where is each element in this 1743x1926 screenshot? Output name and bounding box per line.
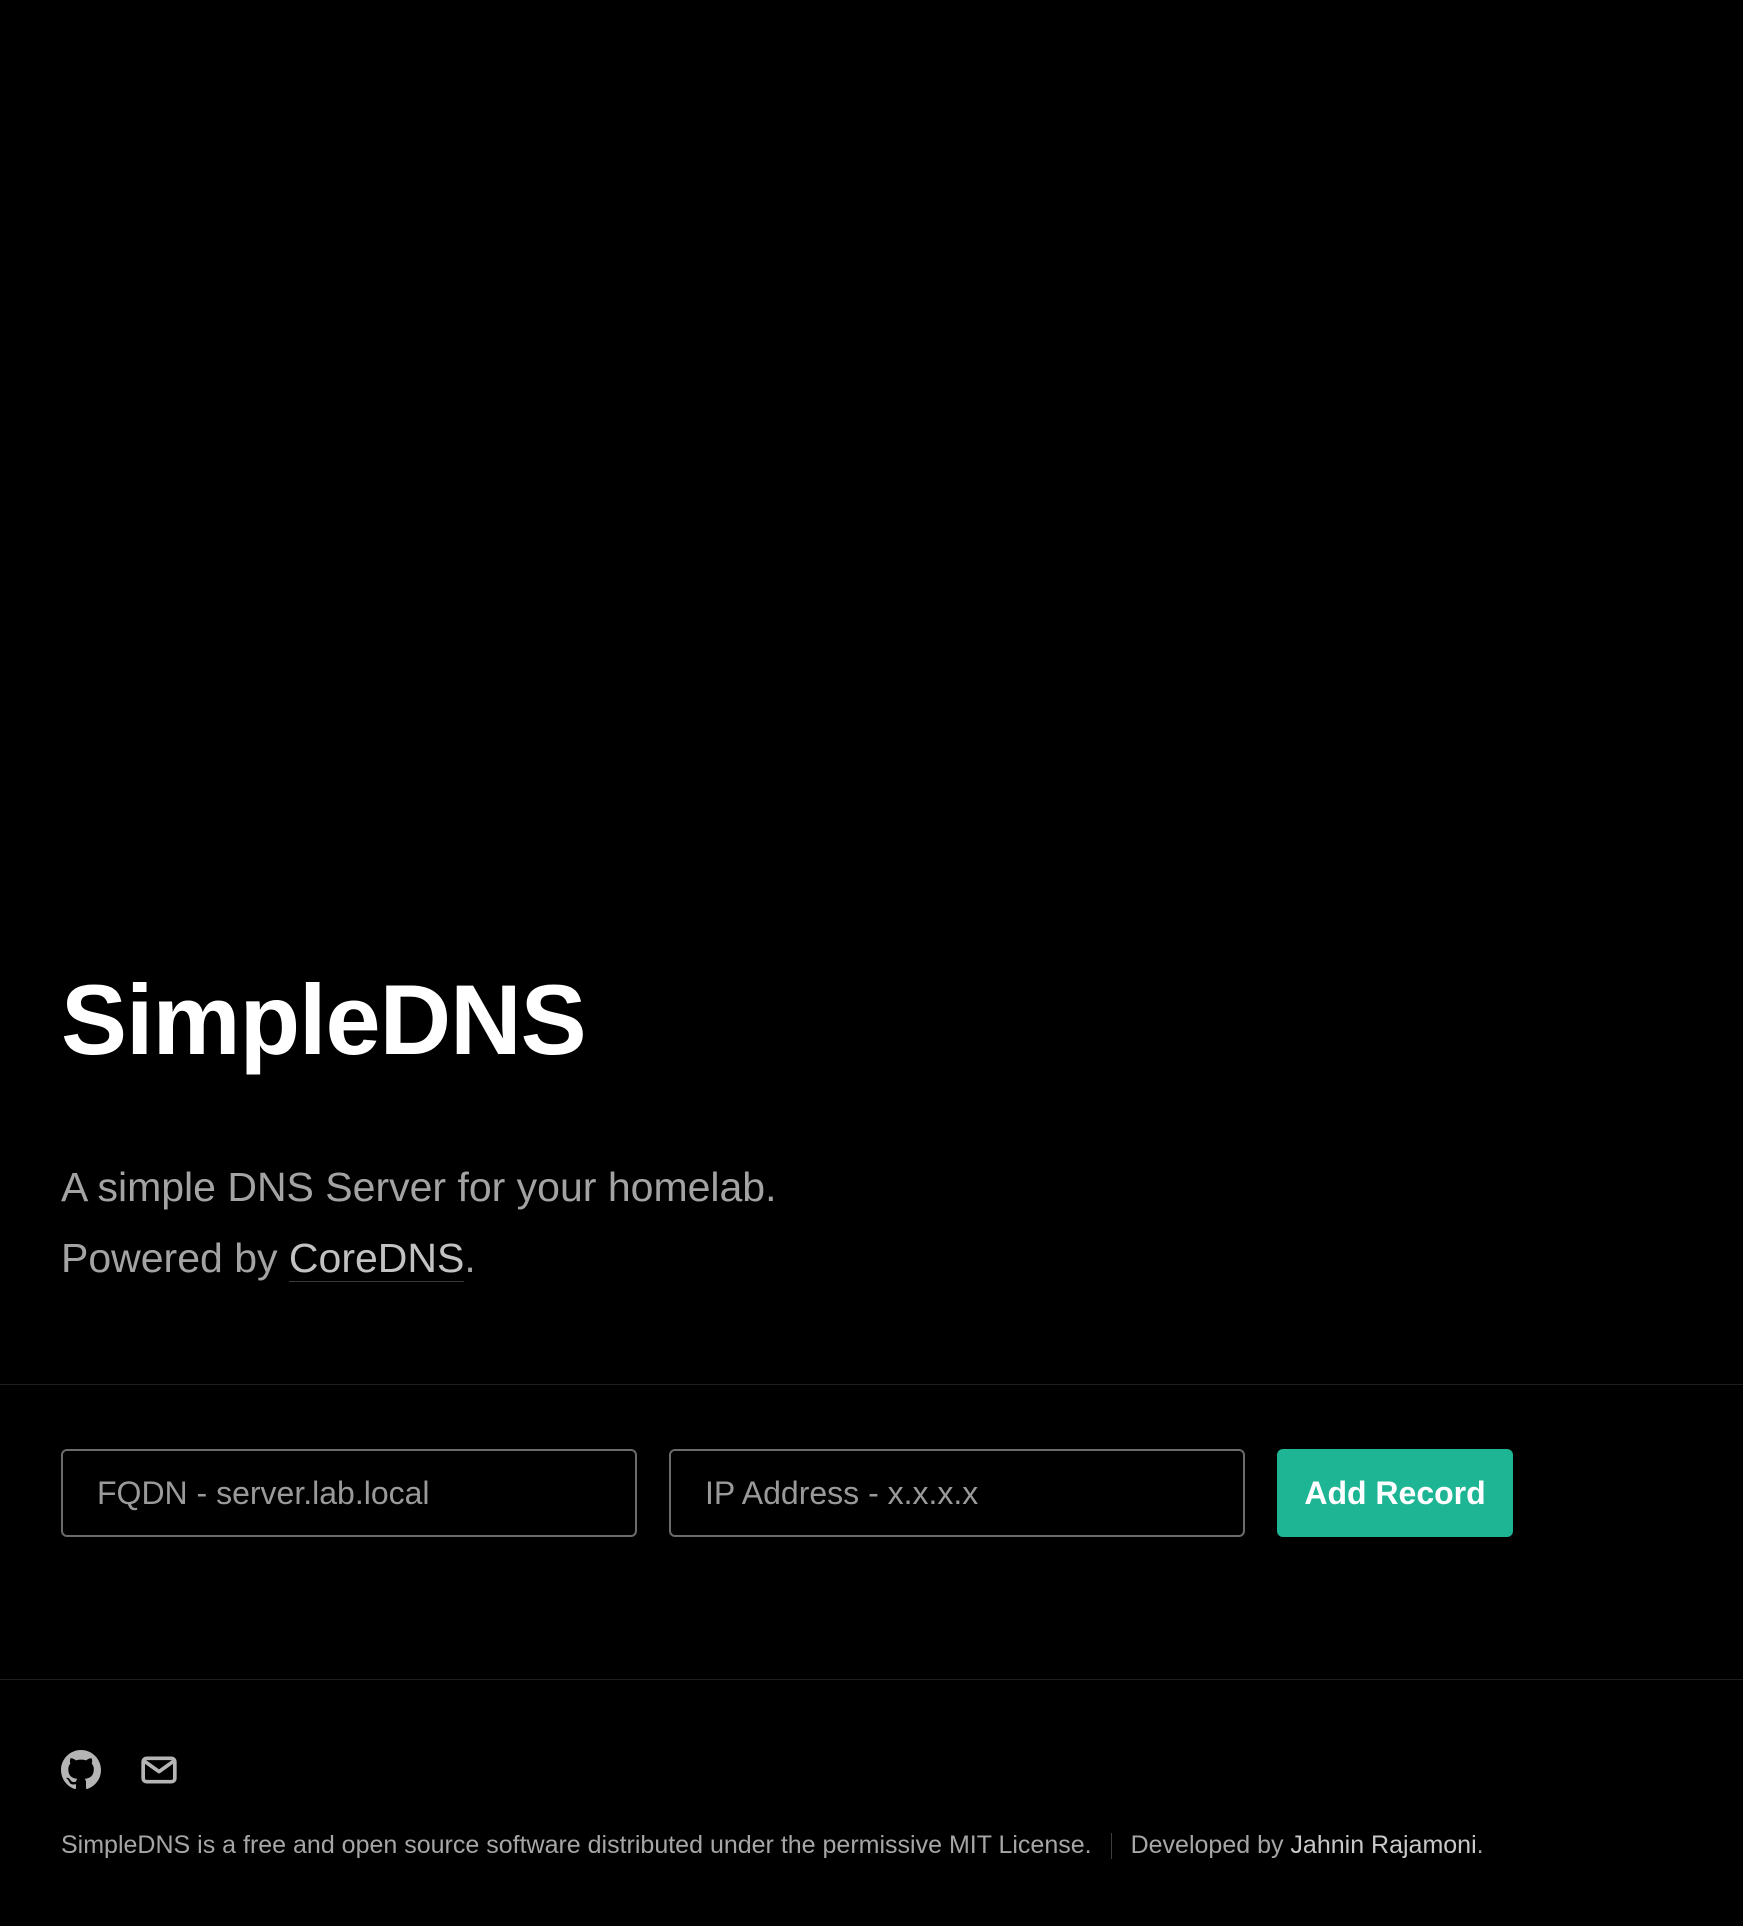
github-icon[interactable] [61, 1750, 101, 1790]
developer-prefix: Developed by [1130, 1831, 1291, 1859]
hero-subtitle: A simple DNS Server for your homelab. Po… [61, 1152, 777, 1294]
coredns-link[interactable]: CoreDNS [288, 1235, 465, 1282]
powered-by-suffix: . [464, 1235, 476, 1281]
section-divider-bottom [0, 1679, 1743, 1680]
powered-by-prefix: Powered by [61, 1235, 289, 1281]
subtitle-line-2: Powered by CoreDNS. [61, 1223, 777, 1294]
hero-section: SimpleDNS [61, 960, 1661, 1080]
fqdn-input[interactable] [61, 1449, 637, 1537]
footer-text: SimpleDNS is a free and open source soft… [61, 1830, 1484, 1860]
license-text: SimpleDNS is a free and open source soft… [61, 1831, 1092, 1859]
subtitle-line-1: A simple DNS Server for your homelab. [61, 1164, 777, 1210]
mail-icon[interactable] [139, 1750, 179, 1790]
footer-separator [1110, 1833, 1112, 1860]
add-record-button[interactable]: Add Record [1277, 1449, 1513, 1537]
add-record-form: Add Record [61, 1449, 1661, 1537]
ip-address-input[interactable] [669, 1449, 1245, 1537]
developer-suffix: . [1476, 1831, 1484, 1859]
section-divider-top [0, 1384, 1743, 1385]
page-title: SimpleDNS [61, 964, 587, 1075]
developer-link[interactable]: Jahnin Rajamoni [1290, 1831, 1476, 1859]
